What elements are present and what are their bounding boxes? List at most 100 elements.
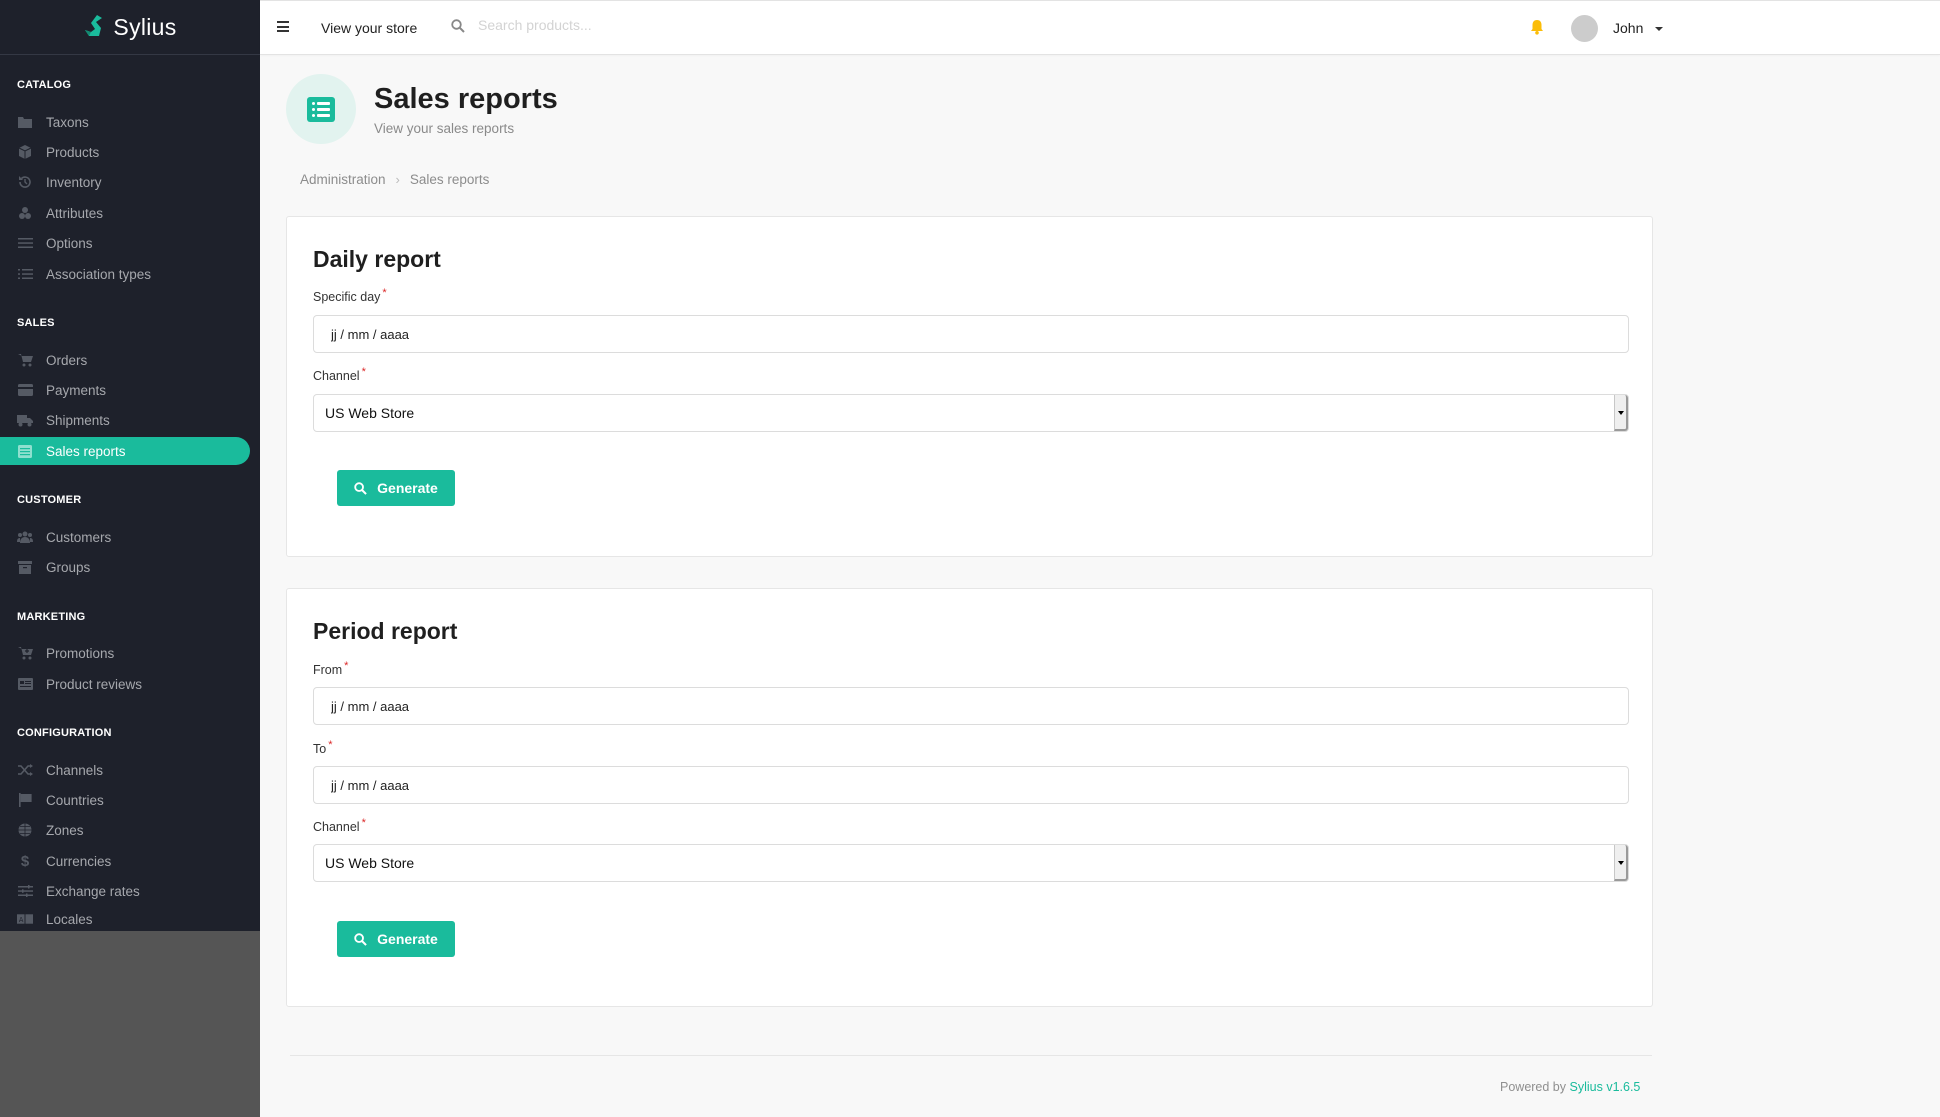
sidebar-item-label: Zones xyxy=(46,822,84,838)
sidebar-item-options[interactable]: Options xyxy=(0,229,250,257)
sidebar-item-label: Locales xyxy=(46,911,93,927)
sidebar-item-channels[interactable]: Channels xyxy=(0,756,250,784)
generate-label: Generate xyxy=(377,931,438,947)
generate-period-button[interactable]: Generate xyxy=(337,921,455,957)
sidebar-item-exchange-rates[interactable]: Exchange rates xyxy=(0,877,250,905)
cubes-icon xyxy=(17,205,33,221)
sidebar-item-label: Sales reports xyxy=(46,443,126,459)
required-asterisk: * xyxy=(361,366,366,378)
sidebar-item-currencies[interactable]: $ Currencies xyxy=(0,847,250,875)
sidebar-overflow-area xyxy=(0,931,260,1117)
sidebar-item-label: Channels xyxy=(46,762,104,778)
sidebar-item-customers[interactable]: Customers xyxy=(0,523,250,551)
channel-label: Channel * xyxy=(313,817,366,834)
newspaper-icon xyxy=(17,676,33,692)
sidebar-item-label: Attributes xyxy=(46,205,104,221)
search-icon xyxy=(451,19,465,33)
topbar: View your store John xyxy=(260,0,1940,55)
from-date-input[interactable] xyxy=(313,687,1629,725)
sliders-icon xyxy=(17,883,33,899)
sidebar: Sylius CATALOG Taxons Products Inventory… xyxy=(0,0,260,931)
sidebar-item-label: Product reviews xyxy=(46,676,143,692)
sylius-version-link[interactable]: Sylius v1.6.5 xyxy=(1570,1080,1641,1094)
list-icon xyxy=(307,96,335,122)
cart-plus-icon xyxy=(17,645,33,661)
channel-select-value: US Web Store xyxy=(325,855,415,871)
sidebar-item-label: Promotions xyxy=(46,645,115,661)
folder-icon xyxy=(17,114,33,130)
user-name[interactable]: John xyxy=(1613,20,1643,36)
flag-icon xyxy=(17,792,33,808)
chevron-down-icon[interactable] xyxy=(1655,27,1663,31)
search-icon xyxy=(354,481,367,495)
period-report-title: Period report xyxy=(313,618,458,644)
select-arrow-icon[interactable] xyxy=(1614,395,1628,431)
globe-icon xyxy=(17,822,33,838)
sidebar-item-shipments[interactable]: Shipments xyxy=(0,406,250,434)
page-icon xyxy=(286,74,356,144)
channel-select-value: US Web Store xyxy=(325,405,415,421)
to-date-input[interactable] xyxy=(313,766,1629,804)
sidebar-item-inventory[interactable]: Inventory xyxy=(0,168,250,196)
history-icon xyxy=(17,174,33,190)
breadcrumb-sales-reports: Sales reports xyxy=(409,172,490,187)
required-asterisk: * xyxy=(328,739,333,751)
sidebar-item-label: Products xyxy=(46,144,100,160)
section-title-configuration: CONFIGURATION xyxy=(17,727,112,739)
sidebar-item-products[interactable]: Products xyxy=(0,138,250,166)
sidebar-item-label: Payments xyxy=(46,382,107,398)
daily-report-title: Daily report xyxy=(313,246,441,272)
sylius-logo-icon xyxy=(85,15,103,36)
avatar[interactable] xyxy=(1571,15,1598,42)
channel-select[interactable]: US Web Store xyxy=(313,844,1629,882)
sidebar-item-countries[interactable]: Countries xyxy=(0,786,250,814)
svg-text:A: A xyxy=(19,916,24,924)
sliders-icon xyxy=(17,235,33,251)
users-icon xyxy=(17,529,33,545)
search-icon xyxy=(354,932,367,946)
search-input[interactable] xyxy=(478,17,778,33)
archive-icon xyxy=(17,559,33,575)
section-title-marketing: MARKETING xyxy=(17,611,86,623)
footer: Powered by Sylius v1.6.5 xyxy=(1500,1080,1640,1094)
truck-icon xyxy=(17,412,33,428)
section-title-catalog: CATALOG xyxy=(17,79,72,91)
tasks-icon xyxy=(17,266,33,282)
sidebar-item-label: Groups xyxy=(46,559,91,575)
required-asterisk: * xyxy=(361,817,366,829)
sidebar-item-orders[interactable]: Orders xyxy=(0,346,250,374)
breadcrumb-administration[interactable]: Administration xyxy=(300,172,386,187)
view-store-link[interactable]: View your store xyxy=(321,20,417,36)
sidebar-item-taxons[interactable]: Taxons xyxy=(0,108,250,136)
specific-day-input[interactable] xyxy=(313,315,1629,353)
sidebar-item-label: Taxons xyxy=(46,114,89,130)
logo-text: Sylius xyxy=(113,13,177,40)
sidebar-item-groups[interactable]: Groups xyxy=(0,553,250,581)
sidebar-item-label: Countries xyxy=(46,792,104,808)
specific-day-label: Specific day * xyxy=(313,287,387,304)
sidebar-item-locales[interactable]: A Locales xyxy=(0,907,250,931)
table-icon xyxy=(17,443,33,459)
sidebar-item-zones[interactable]: Zones xyxy=(0,816,250,844)
sidebar-item-sales-reports[interactable]: Sales reports xyxy=(0,437,250,465)
cart-icon xyxy=(17,352,33,368)
sidebar-item-label: Options xyxy=(46,235,93,251)
section-title-customer: CUSTOMER xyxy=(17,494,82,506)
sidebar-item-product-reviews[interactable]: Product reviews xyxy=(0,670,250,698)
to-label: To * xyxy=(313,739,333,756)
sidebar-item-payments[interactable]: Payments xyxy=(0,376,250,404)
sidebar-item-label: Inventory xyxy=(46,174,102,190)
channel-select[interactable]: US Web Store xyxy=(313,394,1629,432)
language-icon: A xyxy=(17,911,33,927)
channel-label: Channel * xyxy=(313,366,366,383)
sidebar-item-attributes[interactable]: Attributes xyxy=(0,199,250,227)
logo[interactable]: Sylius xyxy=(0,0,260,55)
sidebar-item-label: Orders xyxy=(46,352,88,368)
select-arrow-icon[interactable] xyxy=(1614,845,1628,881)
sidebar-item-association-types[interactable]: Association types xyxy=(0,260,250,288)
generate-daily-button[interactable]: Generate xyxy=(337,470,455,506)
sidebar-item-promotions[interactable]: Promotions xyxy=(0,639,250,667)
bell-icon[interactable] xyxy=(1530,19,1544,35)
chevron-right-icon: › xyxy=(395,172,400,187)
menu-toggle-icon[interactable] xyxy=(277,21,289,32)
